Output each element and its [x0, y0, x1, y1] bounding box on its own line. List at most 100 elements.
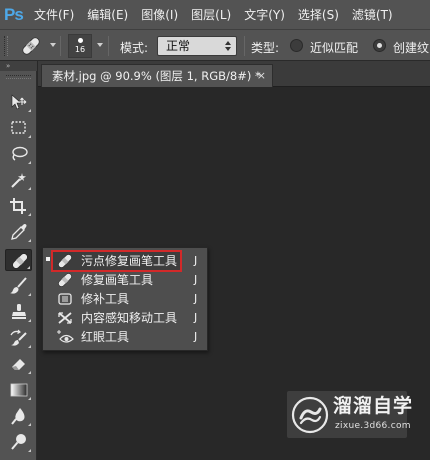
tool-group-indicator: [28, 109, 31, 112]
tool-preset-picker[interactable]: [16, 34, 46, 58]
menu-bar: Ps 文件(F) 编辑(E) 图像(I) 图层(L) 文字(Y) 选择(S) 滤…: [0, 0, 430, 29]
lasso-tool[interactable]: [5, 143, 32, 165]
clone-stamp-tool[interactable]: [5, 301, 32, 323]
flyout-shortcut: J: [194, 311, 198, 324]
eraser-icon: [12, 359, 25, 370]
chevron-down-icon[interactable]: [50, 43, 56, 47]
document-tab-title: 素材.jpg @ 90.9% (图层 1, RGB/8#) *: [52, 69, 261, 83]
tool-group-indicator: [28, 239, 31, 242]
move-tool[interactable]: [5, 91, 32, 113]
tool-group-indicator: [27, 266, 30, 269]
tool-group-indicator: [28, 187, 31, 190]
menu-image[interactable]: 图像(I): [141, 6, 178, 23]
type-radio-create-texture[interactable]: [373, 39, 386, 52]
mode-select[interactable]: 正常: [157, 36, 237, 56]
flyout-shortcut: J: [194, 292, 198, 305]
spot-healing-brush-icon: [22, 37, 40, 55]
tool-group-indicator: [28, 293, 31, 296]
flyout-label: 内容感知移动工具: [81, 311, 178, 325]
menu-select[interactable]: 选择(S): [298, 6, 339, 23]
flyout-item-patch[interactable]: 修补工具 J: [43, 289, 207, 309]
chevron-down-icon[interactable]: [97, 43, 103, 47]
flyout-shortcut: J: [194, 254, 198, 267]
menu-layer[interactable]: 图层(L): [191, 6, 231, 23]
dodge-tool[interactable]: [5, 431, 32, 453]
flyout-item-content-aware-move[interactable]: 内容感知移动工具 J: [43, 308, 207, 328]
close-icon[interactable]: ×: [257, 65, 266, 87]
crop-tool[interactable]: [5, 195, 32, 217]
tool-group-indicator: [28, 319, 31, 322]
healing-tools-flyout: 污点修复画笔工具 J 修复画笔工具 J 修补工具 J 内容感知移动工具 J 红眼…: [42, 247, 208, 351]
options-bar-grip[interactable]: [4, 36, 8, 56]
selected-bullet-icon: [46, 257, 50, 261]
patch-icon: [58, 293, 72, 305]
history-brush-icon: [10, 329, 27, 346]
type-radio-proximity-match[interactable]: [290, 39, 303, 52]
document-tab-bar: 素材.jpg @ 90.9% (图层 1, RGB/8#) * ×: [38, 61, 430, 87]
document-tab[interactable]: 素材.jpg @ 90.9% (图层 1, RGB/8#) * ×: [41, 64, 273, 87]
marquee-tool[interactable]: [5, 117, 32, 139]
flyout-item-healing-brush[interactable]: 修复画笔工具 J: [43, 270, 207, 290]
flyout-item-spot-healing-brush[interactable]: 污点修复画笔工具 J: [43, 249, 207, 272]
options-divider: [108, 36, 109, 56]
blur-tool[interactable]: [5, 405, 32, 427]
flyout-shortcut: J: [194, 330, 198, 343]
content-aware-move-icon: [58, 312, 72, 324]
eyedropper-tool[interactable]: [5, 221, 32, 243]
tool-group-indicator: [28, 371, 31, 374]
blur-drop-icon: [11, 408, 25, 425]
tool-group-indicator: [28, 423, 31, 426]
flyout-item-red-eye[interactable]: 红眼工具 J: [43, 327, 207, 347]
tool-group-indicator: [28, 135, 31, 138]
menu-type[interactable]: 文字(Y): [244, 6, 285, 23]
spot-healing-brush-tool[interactable]: [5, 249, 32, 271]
watermark-title: 溜溜自学: [333, 395, 414, 417]
type-option-create-texture[interactable]: 创建纹: [393, 39, 429, 56]
select-arrows-icon: [225, 39, 232, 53]
options-bar: 16 模式: 正常 类型: 近似匹配 创建纹: [0, 29, 430, 61]
tool-group-indicator: [28, 397, 31, 400]
tool-group-indicator: [28, 449, 31, 452]
collapse-icon[interactable]: »: [6, 62, 10, 70]
eraser-tool[interactable]: [5, 353, 32, 375]
gradient-icon: [10, 383, 28, 397]
gradient-tool[interactable]: [5, 379, 32, 401]
red-eye-icon: [57, 330, 74, 343]
photoshop-logo: Ps: [4, 4, 24, 24]
mode-value: 正常: [166, 39, 191, 53]
watermark: 溜溜自学 zixue.3d66.com: [287, 391, 412, 438]
flyout-label: 修复画笔工具: [81, 273, 154, 287]
spot-healing-brush-icon: [58, 254, 72, 268]
flyout-label: 红眼工具: [81, 330, 130, 344]
healing-brush-icon: [58, 273, 72, 287]
menu-file[interactable]: 文件(F): [34, 6, 74, 23]
tool-group-indicator: [28, 161, 31, 164]
type-label: 类型:: [251, 41, 280, 55]
move-icon: [11, 94, 27, 110]
watermark-logo-icon: [291, 396, 329, 434]
magic-wand-icon: [11, 173, 26, 188]
magic-wand-tool[interactable]: [5, 169, 32, 191]
brush-tool[interactable]: [5, 275, 32, 297]
tool-group-indicator: [28, 213, 31, 216]
mode-label: 模式:: [120, 41, 149, 55]
menu-edit[interactable]: 编辑(E): [87, 6, 128, 23]
menu-filter[interactable]: 滤镜(T): [352, 6, 393, 23]
dodge-icon: [11, 434, 26, 450]
watermark-url: zixue.3d66.com: [335, 421, 411, 431]
options-divider: [60, 36, 61, 56]
brush-preset-picker[interactable]: 16: [68, 34, 92, 58]
tools-panel: »: [0, 61, 37, 460]
tool-group-indicator: [28, 345, 31, 348]
flyout-label: 修补工具: [81, 292, 130, 306]
tools-panel-header: »: [0, 61, 37, 71]
clone-stamp-icon: [12, 304, 26, 319]
tools-panel-grip[interactable]: [6, 75, 31, 79]
lasso-icon: [12, 146, 28, 161]
brush-tip-icon: [78, 38, 83, 43]
options-divider: [244, 36, 245, 56]
type-option-proximity-match[interactable]: 近似匹配: [310, 39, 358, 56]
history-brush-tool[interactable]: [5, 327, 32, 349]
brush-icon: [10, 277, 27, 294]
brush-size-value: 16: [74, 45, 86, 54]
